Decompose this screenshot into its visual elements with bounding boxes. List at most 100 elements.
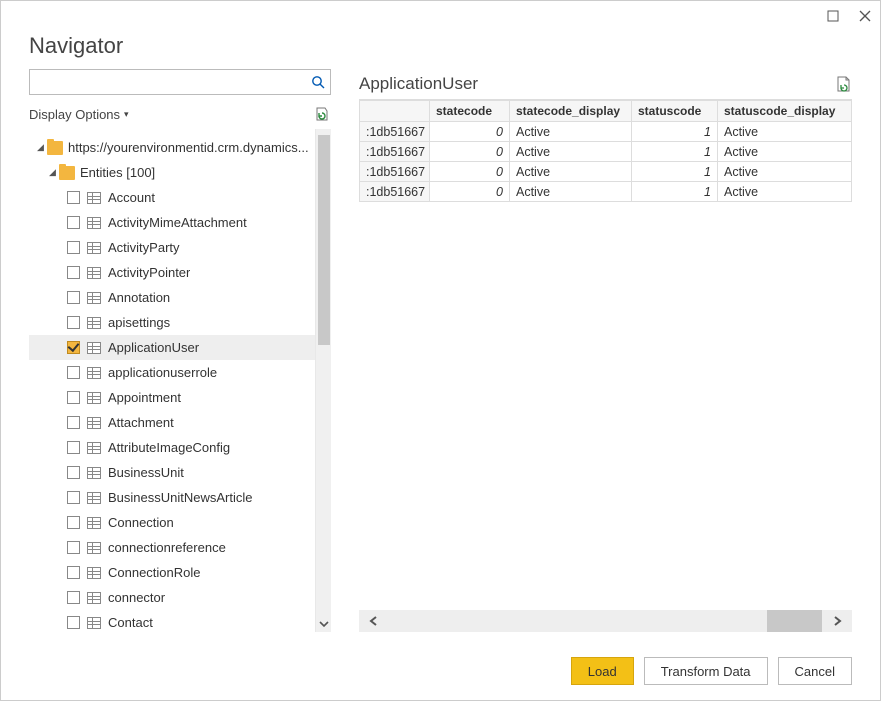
tree-item[interactable]: Annotation (29, 285, 315, 310)
tree-item[interactable]: Contact (29, 610, 315, 632)
tree-group-entities[interactable]: ◢ Entities [100] (29, 160, 315, 185)
tree-item[interactable]: ActivityParty (29, 235, 315, 260)
checkbox[interactable] (67, 566, 80, 579)
table-icon (87, 542, 101, 554)
checkbox[interactable] (67, 541, 80, 554)
horizontal-scrollbar[interactable] (359, 610, 852, 632)
tree-item[interactable]: ActivityPointer (29, 260, 315, 285)
navigator-dialog: Navigator Display Options ▾ ◢https://you (0, 0, 881, 701)
checkbox[interactable] (67, 616, 80, 629)
tree-item[interactable]: connectionreference (29, 535, 315, 560)
checkbox[interactable] (67, 241, 80, 254)
tree-item-label: Appointment (108, 390, 181, 405)
tree-item[interactable]: ApplicationUser (29, 335, 315, 360)
row-id-cell: :1db51667 (360, 162, 430, 182)
hscroll-thumb[interactable] (767, 610, 822, 632)
checkbox[interactable] (67, 341, 80, 354)
tree-item-label: Connection (108, 515, 174, 530)
tree-item[interactable]: applicationuserrole (29, 360, 315, 385)
table-icon (87, 267, 101, 279)
table-row[interactable]: :1db516670Active1Active (360, 182, 852, 202)
tree-item-label: Annotation (108, 290, 170, 305)
tree-scrollbar[interactable] (315, 129, 331, 632)
checkbox[interactable] (67, 516, 80, 529)
checkbox[interactable] (67, 466, 80, 479)
table-icon (87, 417, 101, 429)
maximize-button[interactable] (826, 9, 840, 23)
tree-item[interactable]: connector (29, 585, 315, 610)
table-row[interactable]: :1db516670Active1Active (360, 162, 852, 182)
close-button[interactable] (858, 9, 872, 23)
checkbox[interactable] (67, 491, 80, 504)
tree-item-label: apisettings (108, 315, 170, 330)
checkbox[interactable] (67, 366, 80, 379)
preview-options-button[interactable] (834, 75, 852, 93)
cancel-button[interactable]: Cancel (778, 657, 852, 685)
checkbox[interactable] (67, 316, 80, 329)
tree-item-label: ActivityPointer (108, 265, 190, 280)
tree-root-label: https://yourenvironmentid.crm.dynamics..… (68, 140, 309, 155)
tree-item-label: applicationuserrole (108, 365, 217, 380)
entity-tree[interactable]: ◢ https://yourenvironmentid.crm.dynamics.… (29, 129, 315, 632)
checkbox[interactable] (67, 591, 80, 604)
tree-item[interactable]: Appointment (29, 385, 315, 410)
preview-table-wrap: statecodestatecode_displaystatuscodestat… (359, 99, 852, 610)
cell: Active (718, 162, 852, 182)
folder-icon (47, 141, 63, 155)
tree-item[interactable]: ConnectionRole (29, 560, 315, 585)
tree-item[interactable]: Connection (29, 510, 315, 535)
row-id-cell: :1db51667 (360, 182, 430, 202)
expander-icon: ◢ (49, 167, 59, 178)
table-row[interactable]: :1db516670Active1Active (360, 142, 852, 162)
table-icon (87, 292, 101, 304)
cell: 0 (430, 182, 510, 202)
column-header[interactable]: statecode_display (510, 101, 632, 122)
content-area: Display Options ▾ ◢ https://yourenvironme… (1, 69, 880, 642)
tree-item[interactable]: AttributeImageConfig (29, 435, 315, 460)
tree-item[interactable]: ActivityMimeAttachment (29, 210, 315, 235)
column-header[interactable]: statuscode_display (718, 101, 852, 122)
dialog-title: Navigator (29, 33, 852, 59)
checkbox[interactable] (67, 266, 80, 279)
maximize-icon (827, 10, 839, 22)
checkbox[interactable] (67, 191, 80, 204)
tree-item[interactable]: Account (29, 185, 315, 210)
scroll-down-icon[interactable] (316, 616, 331, 632)
tree-item[interactable]: apisettings (29, 310, 315, 335)
load-button[interactable]: Load (571, 657, 634, 685)
tree-container: ◢ https://yourenvironmentid.crm.dynamics.… (29, 129, 331, 632)
tree-item-label: BusinessUnit (108, 465, 184, 480)
search-icon[interactable] (306, 75, 330, 89)
refresh-button[interactable] (313, 105, 331, 123)
search-input[interactable] (30, 70, 306, 94)
table-icon (87, 392, 101, 404)
transform-data-button[interactable]: Transform Data (644, 657, 768, 685)
display-options-dropdown[interactable]: Display Options ▾ (29, 107, 129, 122)
cell: 1 (632, 182, 718, 202)
scroll-right-button[interactable] (822, 610, 852, 632)
search-box[interactable] (29, 69, 331, 95)
checkbox[interactable] (67, 416, 80, 429)
checkbox[interactable] (67, 391, 80, 404)
table-icon (87, 342, 101, 354)
column-header[interactable]: statecode (430, 101, 510, 122)
table-row[interactable]: :1db516670Active1Active (360, 122, 852, 142)
tree-item-label: ConnectionRole (108, 565, 201, 580)
dialog-header: Navigator (1, 31, 880, 69)
checkbox[interactable] (67, 441, 80, 454)
hscroll-track[interactable] (389, 610, 822, 632)
preview-title: ApplicationUser (359, 74, 478, 94)
tree-item[interactable]: BusinessUnit (29, 460, 315, 485)
tree-root[interactable]: ◢https://yourenvironmentid.crm.dynamics.… (29, 135, 315, 160)
tree-item[interactable]: Attachment (29, 410, 315, 435)
tree-group-label: Entities [100] (80, 165, 155, 180)
preview-header: ApplicationUser (359, 69, 852, 99)
scrollbar-thumb[interactable] (318, 135, 330, 345)
row-id-cell: :1db51667 (360, 142, 430, 162)
column-header[interactable]: statuscode (632, 101, 718, 122)
tree-item[interactable]: BusinessUnitNewsArticle (29, 485, 315, 510)
table-icon (87, 317, 101, 329)
scroll-left-button[interactable] (359, 610, 389, 632)
checkbox[interactable] (67, 291, 80, 304)
checkbox[interactable] (67, 216, 80, 229)
